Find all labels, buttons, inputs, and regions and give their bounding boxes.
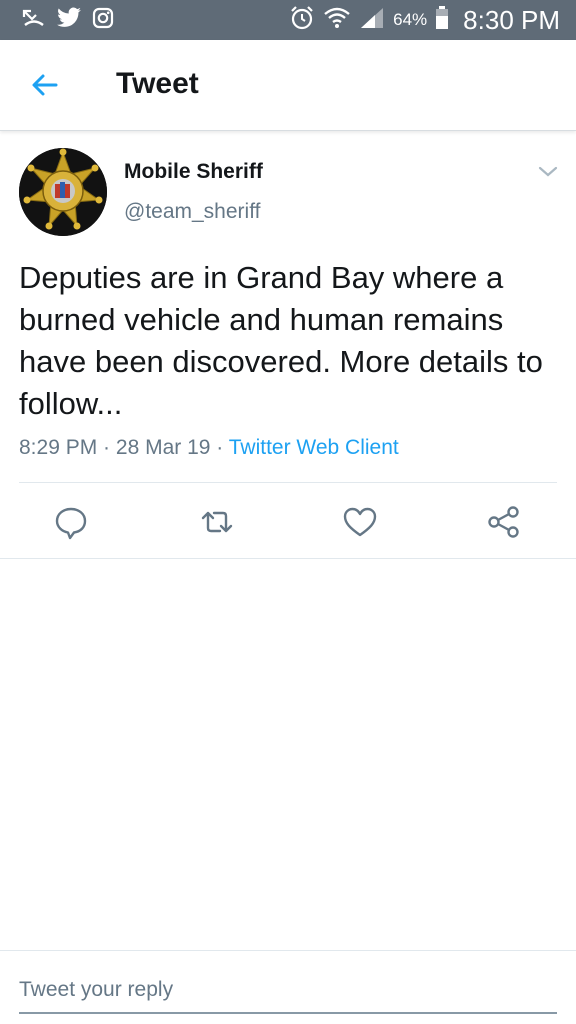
- tweet-client-link[interactable]: Twitter Web Client: [229, 436, 399, 459]
- status-bar: 64% 8:30 PM: [0, 0, 576, 40]
- instagram-icon: [92, 7, 114, 34]
- like-icon: [343, 507, 377, 537]
- reply-input[interactable]: [19, 968, 557, 1014]
- retweet-icon: [201, 511, 233, 533]
- reply-icon: [55, 507, 87, 540]
- avatar[interactable]: [19, 148, 107, 236]
- tweet-actions: [0, 496, 576, 548]
- signal-icon: [359, 6, 385, 35]
- tweet-text: Deputies are in Grand Bay where a burned…: [19, 260, 543, 421]
- tweet-time: 8:29 PM: [19, 436, 98, 459]
- battery-icon: [435, 5, 449, 35]
- author-name[interactable]: Mobile Sheriff: [124, 160, 263, 184]
- back-arrow-icon: [32, 74, 58, 96]
- wifi-icon: [323, 5, 351, 36]
- meta-separator: ·: [97, 436, 116, 459]
- meta-separator: ·: [210, 436, 229, 459]
- reply-button[interactable]: [53, 504, 89, 540]
- tweet-meta: 8:29 PM · 28 Mar 19 · Twitter Web Client: [19, 436, 399, 460]
- page-title: Tweet: [116, 67, 199, 100]
- missed-call-icon: [22, 7, 46, 34]
- status-bar-notifications: [22, 6, 114, 34]
- reply-bar-divider: [0, 950, 576, 951]
- author-handle[interactable]: @team_sheriff: [124, 200, 261, 224]
- like-button[interactable]: [342, 504, 378, 540]
- share-icon: [488, 506, 519, 538]
- alarm-icon: [289, 5, 315, 36]
- status-time: 8:30 PM: [463, 4, 560, 35]
- sheriff-badge-icon: [19, 148, 107, 236]
- divider: [19, 482, 557, 483]
- tweet-date: 28 Mar 19: [115, 436, 211, 459]
- status-bar-system: 64% 8:30 PM: [289, 4, 560, 36]
- battery-percent: 64%: [393, 10, 428, 29]
- divider: [0, 558, 576, 559]
- app-header: Tweet: [0, 40, 576, 131]
- share-button[interactable]: [486, 504, 522, 540]
- retweet-button[interactable]: [199, 504, 235, 540]
- twitter-bird-icon: [56, 7, 82, 34]
- back-button[interactable]: [28, 68, 62, 102]
- chevron-down-icon: [538, 166, 558, 177]
- tweet-menu-button[interactable]: [536, 162, 560, 182]
